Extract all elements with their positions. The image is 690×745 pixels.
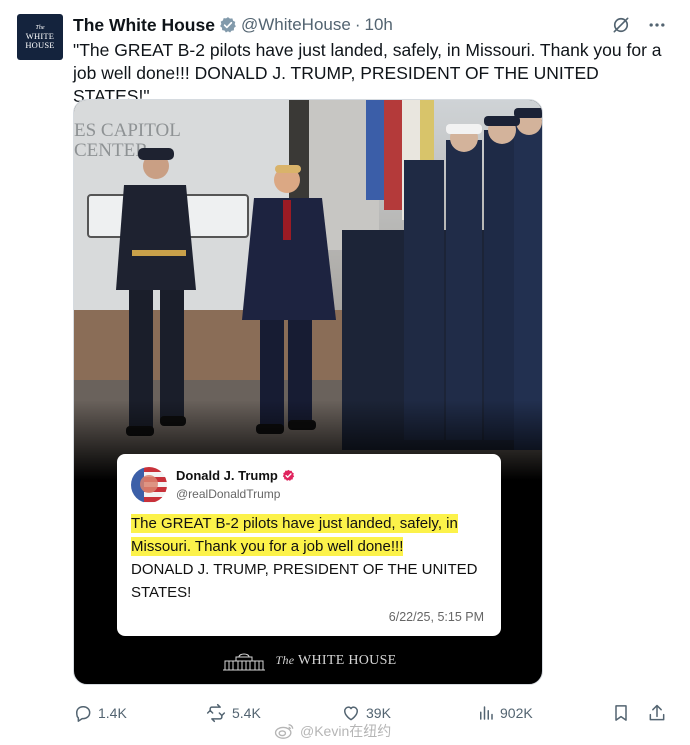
tweet-media[interactable]: ES CAPITOL CENTER Donald J. Trump @realD… [73,99,543,685]
account-avatar[interactable]: The WHITE HOUSE [17,14,63,60]
share-button[interactable] [647,701,667,725]
views-icon [480,706,493,720]
tweet-text: "The GREAT B-2 pilots have just landed, … [73,40,662,106]
quoted-handle[interactable]: @realDonaldTrump [176,487,280,501]
white-house-building-icon [223,653,266,671]
account-handle[interactable]: @WhiteHouse [241,15,351,35]
reply-icon [76,706,91,722]
white-house-branding: The WHITE HOUSE [74,648,542,674]
views-button[interactable]: 902K [477,701,533,725]
wall-sign-line1: ES CAPITOL [74,120,181,141]
tweet-time[interactable]: 10h [364,15,392,35]
bookmark-button[interactable] [611,701,631,725]
wall-sign-line2: CENTER [74,140,148,161]
quoted-highlight-text: The GREAT B-2 pilots have just landed, s… [131,514,458,556]
grok-icon[interactable] [610,14,632,36]
quoted-name-row: Donald J. Trump [176,468,295,483]
bookmark-icon [615,705,627,721]
reply-button[interactable]: 1.4K [73,701,127,725]
header-separator: · [354,15,361,34]
repost-count: 5.4K [232,705,261,721]
verified-badge-icon [219,16,237,34]
weibo-logo-icon [274,724,294,739]
quoted-verified-icon [282,469,295,481]
quoted-date: 6/22/25, 5:15 PM [388,610,484,624]
tweet-header: The White House @WhiteHouse · 10h [73,14,393,36]
top-actions [610,14,668,36]
white-house-wordmark: The WHITE HOUSE [275,653,396,669]
quoted-avatar [131,467,167,503]
ceremony-photo: ES CAPITOL CENTER [74,100,542,480]
reply-count: 1.4K [98,705,127,721]
quoted-name[interactable]: Donald J. Trump [176,468,278,483]
share-icon [649,704,665,721]
wordmark-name: WHITE HOUSE [297,653,397,668]
like-icon [344,706,358,721]
more-icon[interactable] [646,14,668,36]
repost-icon [206,703,226,723]
wordmark-the: The [275,653,295,667]
quoted-body: The GREAT B-2 pilots have just landed, s… [131,512,491,604]
like-count: 39K [366,705,391,721]
quoted-body-rest: DONALD J. TRUMP, PRESIDENT OF THE UNITED… [131,561,478,601]
views-count: 902K [500,705,533,721]
account-name[interactable]: The White House [73,15,215,36]
repost-button[interactable]: 5.4K [205,701,261,725]
watermark-text: @Kevin在纽约 [300,723,392,739]
quoted-post-card[interactable]: Donald J. Trump @realDonaldTrump The GRE… [117,454,501,636]
weibo-watermark: @Kevin在纽约 [274,721,391,741]
avatar-house: HOUSE [25,39,55,50]
